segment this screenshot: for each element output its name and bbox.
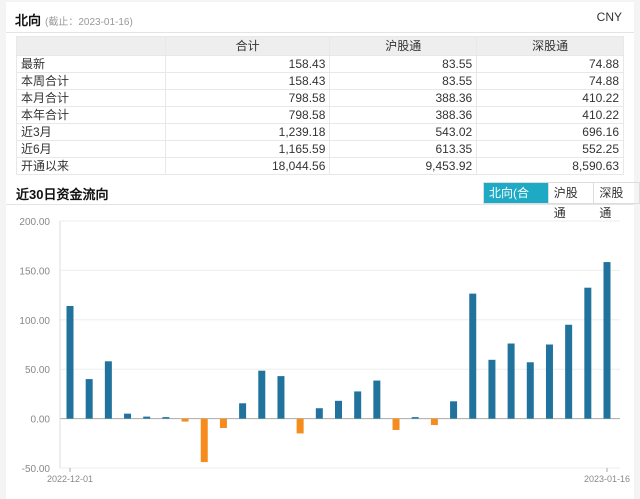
bar xyxy=(354,391,362,419)
bar xyxy=(603,262,611,419)
cell-value: 74.88 xyxy=(476,72,624,90)
cell-value: 543.02 xyxy=(329,123,478,141)
bar xyxy=(143,416,151,419)
y-tick-label: 50.00 xyxy=(25,365,50,376)
summary-table: 合计 沪股通 深股通 最新 158.43 83.55 74.88 本周合计 158.43 83.5… xyxy=(16,36,624,175)
table-row: 最新 158.43 83.55 74.88 xyxy=(16,55,624,73)
section-title: 近30日资金流向 xyxy=(16,187,109,202)
cell-value: 388.36 xyxy=(329,106,478,124)
cell-value: 158.43 xyxy=(164,72,331,90)
bar xyxy=(488,359,496,419)
bar xyxy=(200,418,208,463)
y-tick-label: 100.00 xyxy=(19,316,50,327)
bar xyxy=(392,418,400,430)
table-row: 本月合计 798.58 388.36 410.22 xyxy=(16,89,624,107)
cell-value: 9,453.92 xyxy=(329,157,478,175)
bar xyxy=(85,379,93,419)
table-row: 开通以来 18,044.56 9,453.92 8,590.63 xyxy=(16,157,624,175)
cell-value: 1,239.18 xyxy=(164,123,331,141)
bar xyxy=(66,305,74,419)
x-tick-label: 2022-12-01 xyxy=(47,474,93,484)
bar xyxy=(315,408,323,419)
bar xyxy=(277,376,285,419)
y-tick-label: 150.00 xyxy=(19,266,50,277)
row-label: 最新 xyxy=(16,55,166,73)
title-text: 北向 xyxy=(15,13,42,28)
bar xyxy=(335,400,342,419)
bar xyxy=(181,418,189,422)
table-row: 近3月 1,239.18 543.02 696.16 xyxy=(16,123,624,141)
y-tick-label: 0.00 xyxy=(31,415,51,426)
page-title: 北向 (截止：2023-01-16) xyxy=(15,10,133,29)
x-tick-label: 2023-01-16 xyxy=(584,474,630,484)
cell-value: 798.58 xyxy=(164,106,331,124)
bar xyxy=(411,417,419,419)
cell-value: 696.16 xyxy=(476,123,624,141)
cell-value: 613.35 xyxy=(329,140,478,158)
tab-1[interactable]: 沪股通 xyxy=(547,183,594,220)
flow-bar-chart: 200.00150.00100.0050.000.00-50.002022-12… xyxy=(19,217,630,484)
y-tick-label: 200.00 xyxy=(19,217,50,228)
column-header: 合计 xyxy=(164,36,331,56)
column-header: 深股通 xyxy=(476,36,624,56)
column-header: 沪股通 xyxy=(329,36,478,56)
bar xyxy=(584,287,592,419)
row-label: 本周合计 xyxy=(16,72,166,90)
bar xyxy=(545,344,553,419)
row-label: 本月合计 xyxy=(16,89,166,107)
cell-value: 410.22 xyxy=(476,89,624,107)
bar xyxy=(104,361,112,419)
cell-value: 388.36 xyxy=(329,89,478,107)
bar xyxy=(296,418,304,434)
cell-value: 158.43 xyxy=(164,55,331,73)
tab-0[interactable]: 北向(合计) xyxy=(484,183,548,220)
bar xyxy=(373,380,381,419)
bar xyxy=(239,403,247,419)
row-label: 近3月 xyxy=(16,123,166,141)
table-row: 本周合计 158.43 83.55 74.88 xyxy=(16,72,624,90)
cell-value: 8,590.63 xyxy=(476,157,624,175)
row-label: 开通以来 xyxy=(16,157,166,175)
bar xyxy=(507,343,515,419)
column-header xyxy=(16,36,166,56)
bar xyxy=(124,413,132,419)
bar xyxy=(162,417,170,419)
as-of-date: (截止：2023-01-16) xyxy=(45,17,133,28)
cell-value: 798.58 xyxy=(164,89,331,107)
cell-value: 1,165.59 xyxy=(164,140,331,158)
tab-2[interactable]: 深股通 xyxy=(593,183,639,220)
bar xyxy=(469,293,477,419)
bar xyxy=(219,418,227,428)
header: 北向 (截止：2023-01-16) CNY xyxy=(6,2,634,33)
bar xyxy=(565,324,573,419)
bar xyxy=(450,401,458,419)
row-label: 近6月 xyxy=(16,140,166,158)
cell-value: 552.25 xyxy=(476,140,624,158)
cell-value: 83.55 xyxy=(329,72,478,90)
direction-tabs: 北向(合计) 沪股通 深股通 xyxy=(483,182,640,220)
bar xyxy=(258,370,266,419)
table-row: 本年合计 798.58 388.36 410.22 xyxy=(16,106,624,124)
bar xyxy=(526,362,534,419)
cell-value: 410.22 xyxy=(476,106,624,124)
bar xyxy=(430,418,438,426)
cell-value: 74.88 xyxy=(476,55,624,73)
cell-value: 18,044.56 xyxy=(164,157,331,175)
currency-label: CNY xyxy=(596,10,622,24)
table-row: 近6月 1,165.59 613.35 552.25 xyxy=(16,140,624,158)
cell-value: 83.55 xyxy=(329,55,478,73)
row-label: 本年合计 xyxy=(16,106,166,124)
